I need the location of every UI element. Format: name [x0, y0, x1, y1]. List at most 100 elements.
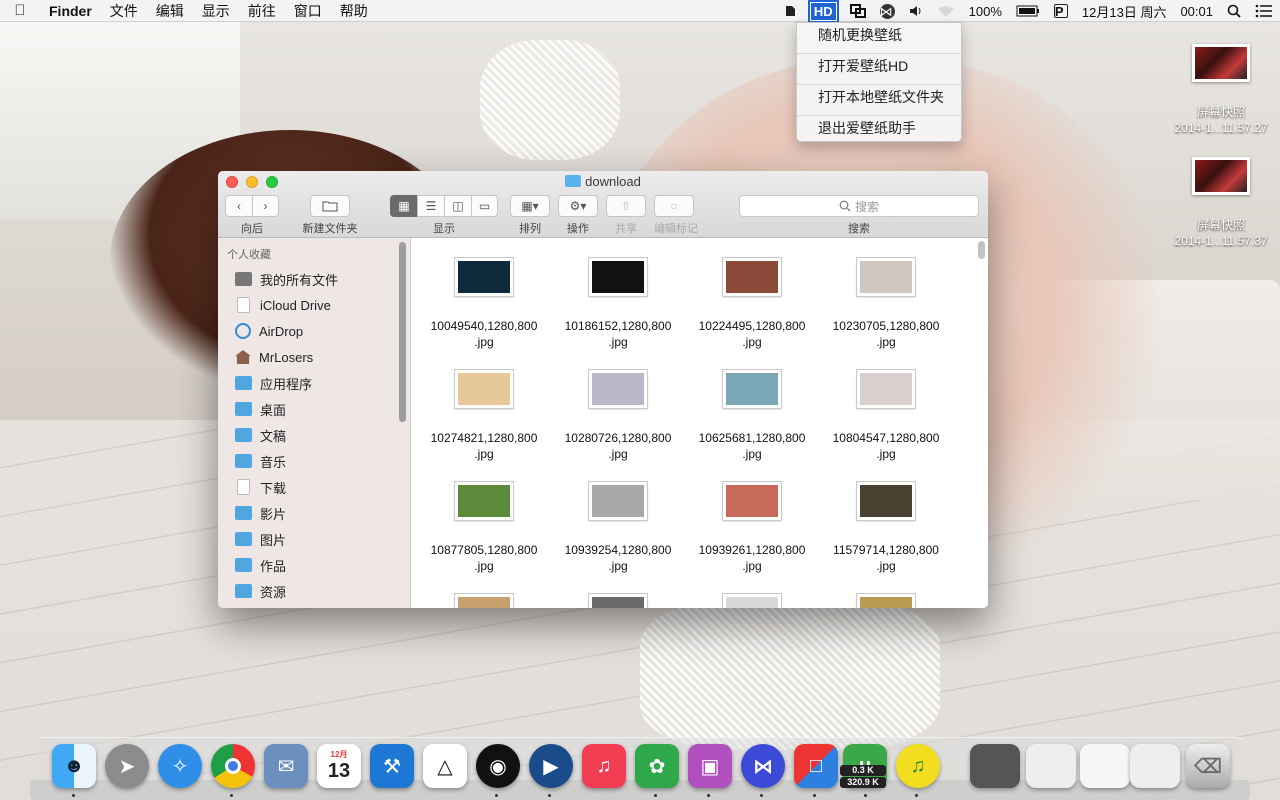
sidebar-item-downloads[interactable]: 下载: [218, 474, 410, 500]
notification-center-icon[interactable]: [1248, 4, 1280, 18]
apple-menu-icon[interactable]: : [0, 2, 40, 19]
qqmusic-dock-icon[interactable]: ♫: [896, 744, 940, 788]
sidebar-item-pictures[interactable]: 图片: [218, 526, 410, 552]
file-browser-content: 10049540,1280,800 .jpg 10186152,1280,800 .j…: [411, 238, 988, 608]
menu-view[interactable]: 显示: [193, 1, 239, 21]
sidebar-item-home[interactable]: MrLosers: [218, 344, 410, 370]
content-scrollbar[interactable]: [978, 241, 985, 259]
evernote-dock-icon[interactable]: ✿: [635, 744, 679, 788]
launchpad-dock-icon[interactable]: ➤: [105, 744, 149, 788]
spotlight-search-icon[interactable]: [1220, 4, 1248, 18]
sidebar-item-all-files[interactable]: 我的所有文件: [218, 266, 410, 292]
desktop-file-label-line2: 2014-1...11.57.27: [1174, 121, 1268, 135]
menubar-date[interactable]: 12月13日 周六: [1075, 2, 1174, 21]
sidebar-item-icloud[interactable]: iCloud Drive: [218, 292, 410, 318]
mail-dock-icon[interactable]: ✉: [264, 744, 308, 788]
file-item-partial[interactable]: [685, 594, 819, 608]
desktop-screenshot-file[interactable]: 屏幕快照 2014-1...11.57.37: [1166, 157, 1276, 249]
virtualbox-dock-icon[interactable]: □: [794, 744, 838, 788]
file-item[interactable]: 10186152,1280,800 .jpg: [551, 258, 685, 350]
file-item[interactable]: 10804547,1280,800 .jpg: [819, 370, 953, 462]
wallpaper-hd-status-icon[interactable]: HD: [807, 0, 839, 23]
file-name: 10939261,1280,800 .jpg: [685, 542, 819, 574]
parallels-status-icon[interactable]: ⋈: [879, 3, 895, 19]
column-view-button[interactable]: ◫: [444, 195, 471, 217]
menu-app-name[interactable]: Finder: [40, 3, 101, 19]
screenshot-thumbnail: [1192, 44, 1250, 82]
file-item-partial[interactable]: [417, 594, 551, 608]
search-input[interactable]: 搜索: [739, 195, 979, 217]
sidebar-item-works[interactable]: 作品: [218, 552, 410, 578]
quicktime-dock-icon[interactable]: ▶: [529, 744, 573, 788]
file-item[interactable]: 10274821,1280,800 .jpg: [417, 370, 551, 462]
battery-icon[interactable]: [1009, 5, 1047, 17]
menu-item-open-folder[interactable]: 打开本地壁纸文件夹: [797, 85, 961, 116]
calendar-dock-icon[interactable]: 12月 13: [317, 744, 361, 788]
sidebar-item-desktop[interactable]: 桌面: [218, 396, 410, 422]
sidebar-item-music[interactable]: 音乐: [218, 448, 410, 474]
edit-tags-button[interactable]: ○: [654, 195, 694, 217]
sidebar-item-resources[interactable]: 资源: [218, 578, 410, 604]
file-item[interactable]: 10230705,1280,800 .jpg: [819, 258, 953, 350]
itunes-dock-icon[interactable]: ♫: [582, 744, 626, 788]
file-item[interactable]: 10049540,1280,800 .jpg: [417, 258, 551, 350]
network-download-speed: 320.9 K: [840, 777, 886, 788]
unity-dock-icon[interactable]: △: [423, 744, 467, 788]
parallels-dock-icon[interactable]: ⋈: [741, 744, 785, 788]
minimized-window-thumbnail[interactable]: [1080, 744, 1130, 788]
coverflow-view-button[interactable]: ▭: [471, 195, 498, 217]
new-folder-button[interactable]: [310, 195, 350, 217]
minimized-window-thumbnail[interactable]: [970, 744, 1020, 788]
sidebar-item-documents[interactable]: 文稿: [218, 422, 410, 448]
evernote-status-icon[interactable]: [776, 4, 804, 18]
chrome-dock-icon[interactable]: [211, 744, 255, 788]
file-thumbnail: [723, 370, 781, 408]
imac-dock-icon[interactable]: ▣: [688, 744, 732, 788]
menu-window[interactable]: 窗口: [285, 1, 331, 21]
menubar-time[interactable]: 00:01: [1173, 4, 1220, 19]
file-item-partial[interactable]: [819, 594, 953, 608]
file-item[interactable]: 10280726,1280,800 .jpg: [551, 370, 685, 462]
volume-icon[interactable]: [902, 5, 930, 17]
sidebar-item-movies[interactable]: 影片: [218, 500, 410, 526]
file-item[interactable]: 10224495,1280,800 .jpg: [685, 258, 819, 350]
trash-dock-icon[interactable]: ⌫: [1186, 744, 1230, 788]
file-item[interactable]: 10939261,1280,800 .jpg: [685, 482, 819, 574]
list-view-button[interactable]: ☰: [417, 195, 444, 217]
xcode-dock-icon[interactable]: ⚒: [370, 744, 414, 788]
file-item-partial[interactable]: [551, 594, 685, 608]
menu-edit[interactable]: 编辑: [147, 1, 193, 21]
file-thumbnail: [857, 258, 915, 296]
icloud-drive-icon: [237, 297, 250, 313]
menu-help[interactable]: 帮助: [331, 1, 377, 21]
sidebar-scrollbar[interactable]: [399, 242, 406, 422]
arrange-button[interactable]: ▦▾: [510, 195, 550, 217]
wifi-icon[interactable]: [930, 5, 962, 18]
minimized-window-thumbnail[interactable]: [1026, 744, 1076, 788]
menu-item-open-app[interactable]: 打开爱壁纸HD: [797, 54, 961, 85]
forward-button[interactable]: ›: [252, 195, 279, 217]
screen-mirror-icon[interactable]: [843, 4, 873, 18]
icon-view-button[interactable]: ▦: [390, 195, 417, 217]
minimized-window-thumbnail[interactable]: [1130, 744, 1180, 788]
sidebar-item-airdrop[interactable]: AirDrop: [218, 318, 410, 344]
pdf-status-icon[interactable]: P: [1053, 4, 1068, 18]
file-item[interactable]: 10877805,1280,800 .jpg: [417, 482, 551, 574]
share-button[interactable]: ⇧: [606, 195, 646, 217]
file-name-line1: 10939261,1280,800: [698, 543, 806, 557]
menu-go[interactable]: 前往: [239, 1, 285, 21]
desktop-screenshot-file[interactable]: 屏幕快照 2014-1...11.57.27: [1166, 44, 1276, 136]
qq-dock-icon[interactable]: ◉: [476, 744, 520, 788]
safari-dock-icon[interactable]: ✧: [158, 744, 202, 788]
file-item[interactable]: 10939254,1280,800 .jpg: [551, 482, 685, 574]
menu-item-random-wallpaper[interactable]: 随机更换壁纸: [797, 23, 961, 54]
menu-item-quit[interactable]: 退出爱壁纸助手: [797, 116, 961, 147]
finder-dock-icon[interactable]: ☻: [52, 744, 96, 788]
back-button[interactable]: ‹: [225, 195, 252, 217]
sidebar-item-applications[interactable]: 应用程序: [218, 370, 410, 396]
battery-percent[interactable]: 100%: [962, 4, 1009, 19]
file-item[interactable]: 11579714,1280,800 .jpg: [819, 482, 953, 574]
menu-file[interactable]: 文件: [101, 1, 147, 21]
action-gear-button[interactable]: ⚙▾: [558, 195, 598, 217]
file-item[interactable]: 10625681,1280,800 .jpg: [685, 370, 819, 462]
